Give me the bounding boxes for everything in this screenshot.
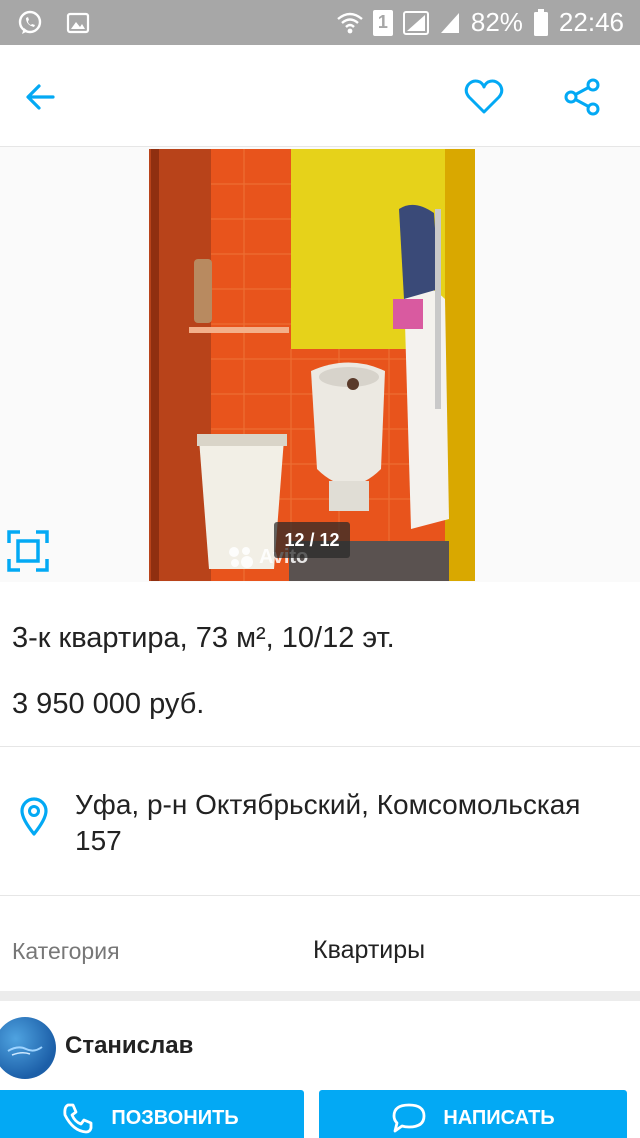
battery-percent: 82% — [470, 7, 523, 37]
photo-counter: 12 / 12 — [274, 522, 350, 558]
call-button[interactable]: ПОЗВОНИТЬ — [0, 1090, 304, 1138]
status-bar: 1 82% 22:46 — [0, 0, 640, 45]
listing-price: 3 950 000 руб. — [12, 688, 205, 720]
back-button[interactable] — [16, 73, 64, 121]
sim-slot-badge: 1 — [372, 9, 393, 36]
fullscreen-button[interactable] — [6, 529, 50, 573]
message-button-label: НАПИСАТЬ — [443, 1106, 555, 1129]
listing-photo[interactable] — [149, 149, 475, 581]
whatsapp-icon — [16, 9, 44, 37]
section-separator — [0, 991, 640, 1001]
listing-header: 3-к квартира, 73 м², 10/12 эт. 3 950 000… — [0, 582, 640, 746]
seller-avatar[interactable] — [0, 1017, 56, 1079]
address-row[interactable]: Уфа, р-н Октябрьский, Комсомольская 157 — [0, 747, 640, 895]
fullscreen-icon — [7, 530, 49, 572]
seller-row[interactable]: Станислав — [0, 1001, 640, 1091]
wifi-icon — [337, 12, 363, 34]
location-pin-icon — [20, 797, 48, 836]
chat-bubble-icon — [392, 1103, 426, 1133]
heart-icon — [464, 79, 504, 114]
address-text: Уфа, р-н Октябрьский, Комсомольская 157 — [75, 789, 581, 856]
category-value: Квартиры — [313, 936, 426, 964]
contact-actions: ПОЗВОНИТЬ НАПИСАТЬ — [0, 1090, 640, 1138]
photo-gallery[interactable]: Avito 12 / 12 — [0, 146, 640, 582]
favorite-button[interactable] — [460, 73, 508, 121]
share-button[interactable] — [558, 73, 606, 121]
signal-icon — [402, 10, 429, 35]
signal-bars-icon — [439, 11, 461, 35]
status-time: 22:46 — [558, 7, 624, 37]
back-arrow-icon — [26, 84, 55, 110]
avito-logo-icon — [229, 547, 253, 568]
share-icon — [564, 78, 600, 116]
gallery-icon — [66, 11, 90, 35]
seller-name: Станислав — [65, 1032, 194, 1059]
battery-icon — [533, 8, 549, 37]
app-bar — [0, 45, 640, 146]
call-button-label: ПОЗВОНИТЬ — [111, 1106, 239, 1129]
category-label: Категория — [12, 938, 120, 964]
category-row: Категория Квартиры — [0, 896, 640, 991]
listing-title: 3-к квартира, 73 м², 10/12 эт. — [12, 622, 395, 654]
phone-icon — [63, 1103, 93, 1134]
message-button[interactable]: НАПИСАТЬ — [319, 1090, 627, 1138]
